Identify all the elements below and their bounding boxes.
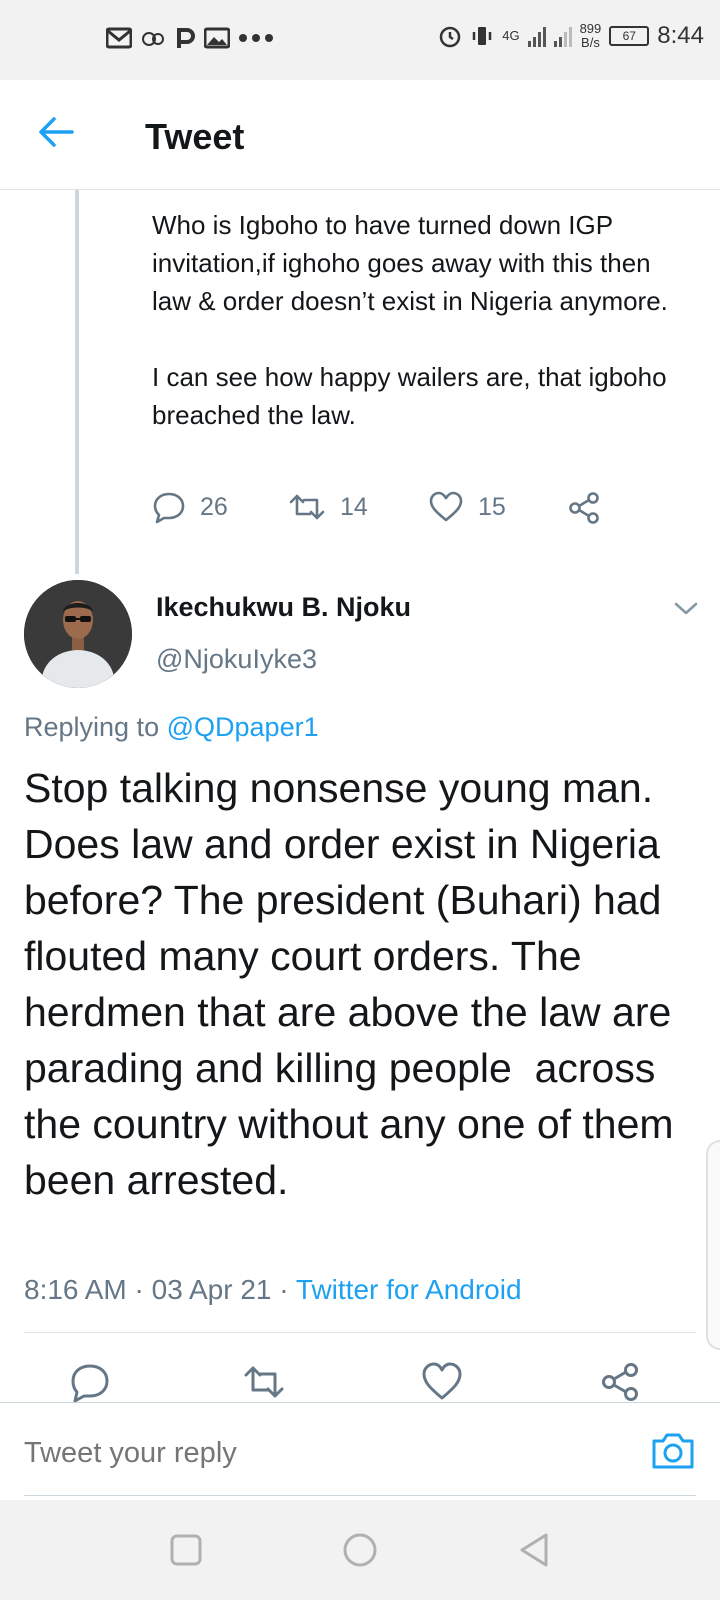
chevron-down-icon[interactable] xyxy=(672,596,700,620)
meta-separator: · xyxy=(279,1274,296,1305)
previous-share-button[interactable] xyxy=(566,490,602,526)
reply-underline xyxy=(24,1495,696,1496)
battery-icon: 67 xyxy=(609,26,650,46)
p-app-icon xyxy=(177,28,195,48)
previous-tweet-actions: 26 14 15 xyxy=(152,490,622,540)
recents-icon[interactable] xyxy=(166,1530,206,1570)
network-speed-value: 899 xyxy=(579,21,602,36)
previous-reply-count: 26 xyxy=(200,492,228,521)
replying-to: Replying to @QDpaper1 xyxy=(24,712,319,743)
reply-input[interactable] xyxy=(24,1437,584,1470)
meta-separator: · xyxy=(134,1274,152,1305)
previous-retweet-button[interactable]: 14 xyxy=(288,490,368,524)
gallery-icon xyxy=(204,27,230,49)
thread-connector-line xyxy=(75,190,79,574)
replying-label: Replying to xyxy=(24,712,160,742)
tweet-meta: 8:16 AM · 03 Apr 21 · Twitter for Androi… xyxy=(24,1274,522,1306)
back-icon[interactable] xyxy=(514,1530,554,1570)
previous-tweet-paragraph: Who is Igboho to have turned down IGP in… xyxy=(152,210,668,316)
author-name[interactable]: Ikechukwu B. Njoku xyxy=(156,592,411,623)
app-header: Tweet xyxy=(0,80,720,190)
reply-icon[interactable] xyxy=(68,1360,112,1404)
replying-to-mention[interactable]: @QDpaper1 xyxy=(167,712,319,742)
heart-icon xyxy=(429,491,463,522)
previous-like-button[interactable]: 15 xyxy=(428,490,506,524)
previous-retweet-count: 14 xyxy=(340,492,368,521)
retweet-icon[interactable] xyxy=(242,1360,286,1404)
page-title: Tweet xyxy=(145,116,245,157)
system-status: 4G 899 B/s 67 8:44 xyxy=(438,22,704,50)
more-notifications-icon xyxy=(239,34,273,42)
gmail-icon xyxy=(106,27,132,49)
retweet-icon xyxy=(289,494,325,520)
previous-tweet-text[interactable]: Who is Igboho to have turned down IGP in… xyxy=(152,206,692,472)
vibrate-icon xyxy=(472,27,492,45)
tweet-text: Stop talking nonsense young man. Does la… xyxy=(24,765,685,1203)
home-icon[interactable] xyxy=(340,1530,380,1570)
status-bar: 4G 899 B/s 67 8:44 xyxy=(0,0,720,80)
previous-like-count: 15 xyxy=(478,492,506,521)
camera-icon[interactable] xyxy=(650,1429,696,1471)
avatar-photo xyxy=(24,580,132,688)
reply-icon xyxy=(153,492,185,524)
network-speed-unit: B/s xyxy=(581,35,600,50)
network-speed: 899 B/s xyxy=(580,22,602,50)
signal-2-icon xyxy=(553,25,572,47)
share-icon[interactable] xyxy=(598,1360,642,1404)
author-handle[interactable]: @NjokuIyke3 xyxy=(156,644,317,675)
tweet-time: 8:16 AM xyxy=(24,1274,127,1305)
edge-panel-handle[interactable] xyxy=(706,1140,720,1350)
back-arrow-icon[interactable] xyxy=(34,110,78,154)
share-icon xyxy=(569,492,599,524)
reply-composer xyxy=(0,1402,720,1500)
system-nav-bar xyxy=(0,1500,720,1600)
tweet-source[interactable]: Twitter for Android xyxy=(296,1274,522,1305)
heart-icon[interactable] xyxy=(420,1360,464,1404)
previous-tweet-paragraph: I can see how happy wailers are, that ig… xyxy=(152,362,667,430)
clock: 8:44 xyxy=(657,22,704,49)
signal-icon xyxy=(527,25,546,47)
notification-icons xyxy=(106,26,274,50)
previous-reply-button[interactable]: 26 xyxy=(152,490,228,524)
author-avatar[interactable] xyxy=(24,580,132,688)
divider xyxy=(24,1332,696,1333)
app-notification-icon xyxy=(142,32,164,46)
alarm-icon xyxy=(439,26,461,48)
tweet-date: 03 Apr 21 xyxy=(151,1274,272,1305)
network-type: 4G xyxy=(502,28,520,43)
